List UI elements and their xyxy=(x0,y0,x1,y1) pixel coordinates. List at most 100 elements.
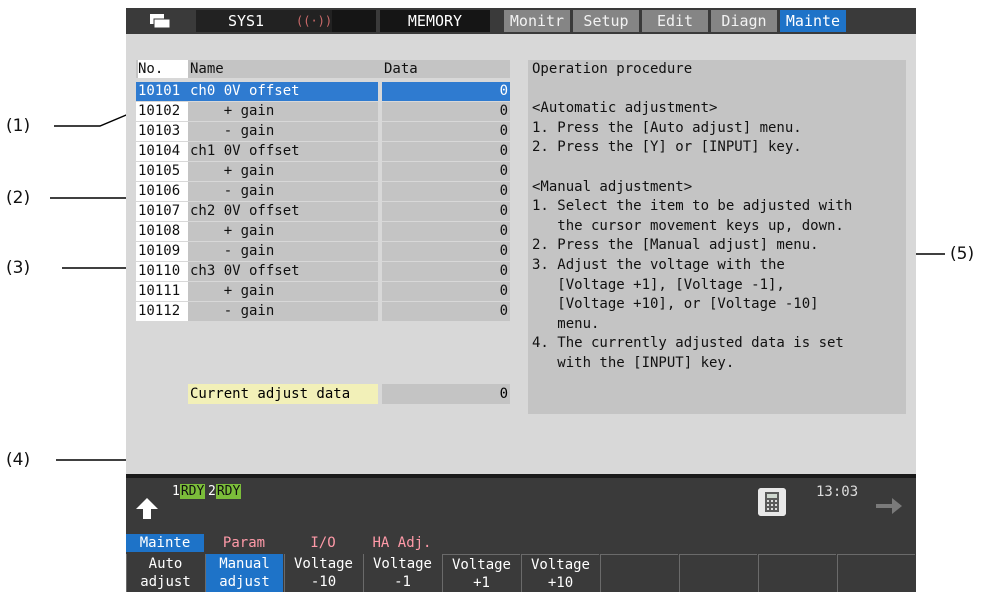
param-name: - gain xyxy=(188,182,378,201)
procedure-line xyxy=(532,80,906,100)
rdy-1-badge: RDY xyxy=(179,484,206,499)
menu-key-9[interactable] xyxy=(758,554,836,592)
rdy-1-number: 1 xyxy=(172,484,180,499)
tab-edit[interactable]: Edit xyxy=(642,10,708,32)
menu-key-4[interactable]: Voltage -1 xyxy=(363,554,441,592)
procedure-line: <Automatic adjustment> xyxy=(532,100,718,117)
rdy-2-number: 2 xyxy=(208,484,216,499)
procedure-line: 1. Press the [Auto adjust] menu. xyxy=(532,119,802,136)
param-value: 0 xyxy=(382,122,510,141)
header-no: No. xyxy=(138,60,188,78)
procedure-line: Operation procedure xyxy=(532,61,693,77)
param-name: ch0 0V offset xyxy=(188,82,378,101)
rdy-2: 2RDY xyxy=(208,484,242,499)
menu-bar: Mainte Param I/O HA Adj. Auto adjust Manual a… xyxy=(126,524,916,592)
procedure-line: with the [INPUT] key. xyxy=(532,354,735,371)
window-icon[interactable] xyxy=(150,14,170,28)
rdy-2-badge: RDY xyxy=(215,484,242,499)
param-value: 0 xyxy=(382,162,510,181)
param-value: 0 xyxy=(382,142,510,161)
callout-2: (2) xyxy=(6,188,31,208)
param-name: - gain xyxy=(188,242,378,261)
param-number: 10104 xyxy=(136,142,188,161)
param-value: 0 xyxy=(382,182,510,201)
param-value: 0 xyxy=(382,202,510,221)
procedure-line: 2. Press the [Manual adjust] menu. xyxy=(532,237,819,254)
tab-monitr[interactable]: Monitr xyxy=(504,10,570,32)
signal-icon: ((·)) xyxy=(296,10,332,32)
current-adjust-value: 0 xyxy=(382,384,510,404)
current-adjust-label: Current adjust data xyxy=(188,384,378,404)
callout-1: (1) xyxy=(6,116,31,136)
procedure-line: [Voltage +10], or [Voltage -10] xyxy=(532,296,819,313)
param-value: 0 xyxy=(382,102,510,121)
param-name: - gain xyxy=(188,302,378,321)
param-value: 0 xyxy=(382,302,510,321)
menu-key-6[interactable]: Voltage +10 xyxy=(521,554,599,592)
tab-diagn[interactable]: Diagn xyxy=(711,10,777,32)
param-number: 10105 xyxy=(136,162,188,181)
procedure-line: 1. Select the item to be adjusted with xyxy=(532,198,853,215)
menu-tab-mainte[interactable]: Mainte xyxy=(126,534,204,552)
param-number: 10112 xyxy=(136,302,188,321)
procedure-line: 4. The currently adjusted data is set xyxy=(532,335,844,352)
callout-5: (5) xyxy=(950,244,975,264)
arrow-right-icon[interactable] xyxy=(874,496,904,516)
procedure-line: [Voltage +1], [Voltage -1], xyxy=(532,276,785,293)
param-name: + gain xyxy=(188,282,378,301)
param-value: 0 xyxy=(382,282,510,301)
param-name: ch1 0V offset xyxy=(188,142,378,161)
status-bar: 1RDY 2RDY 13:03 xyxy=(126,474,916,524)
callout-3: (3) xyxy=(6,258,31,278)
procedure-line: 3. Adjust the voltage with the xyxy=(532,256,785,273)
menu-tab-i-o[interactable]: I/O xyxy=(284,534,362,552)
param-number: 10109 xyxy=(136,242,188,261)
rdy-1: 1RDY xyxy=(172,484,206,499)
param-name: ch2 0V offset xyxy=(188,202,378,221)
arrow-up-icon[interactable] xyxy=(134,496,160,520)
param-number: 10108 xyxy=(136,222,188,241)
param-number: 10102 xyxy=(136,102,188,121)
param-name: ch3 0V offset xyxy=(188,262,378,281)
menu-key-2[interactable]: Manual adjust xyxy=(205,554,283,592)
blank-field xyxy=(332,10,376,32)
procedure-line: the cursor movement keys up, down. xyxy=(532,217,844,234)
tab-setup[interactable]: Setup xyxy=(573,10,639,32)
top-bar: SYS1 ((·)) MEMORY Monitr Setup Edit Diag… xyxy=(126,8,916,34)
menu-key-7[interactable] xyxy=(600,554,678,592)
menu-key-1[interactable]: Auto adjust xyxy=(126,554,204,592)
header-name: Name xyxy=(190,61,224,77)
param-number: 10103 xyxy=(136,122,188,141)
menu-key-5[interactable]: Voltage +1 xyxy=(442,554,520,592)
menu-key-3[interactable]: Voltage -10 xyxy=(284,554,362,592)
procedure-line: <Manual adjustment> xyxy=(532,178,693,195)
procedure-line: 2. Press the [Y] or [INPUT] key. xyxy=(532,139,802,156)
system-label: SYS1 xyxy=(196,10,296,32)
param-number: 10106 xyxy=(136,182,188,201)
clock-time: 13:03 xyxy=(816,484,859,500)
calculator-icon[interactable] xyxy=(758,488,786,516)
menu-tab-param[interactable]: Param xyxy=(205,534,283,552)
header-data: Data xyxy=(384,61,418,77)
tab-mainte[interactable]: Mainte xyxy=(780,10,846,32)
procedure-line xyxy=(532,158,906,178)
operation-procedure: Operation procedure <Automatic adjustmen… xyxy=(528,60,906,414)
menu-tab-ha-adj[interactable]: HA Adj. xyxy=(363,534,441,552)
param-name: + gain xyxy=(188,162,378,181)
param-number: 10107 xyxy=(136,202,188,221)
param-value: 0 xyxy=(382,222,510,241)
cnc-screen: SYS1 ((·)) MEMORY Monitr Setup Edit Diag… xyxy=(126,8,916,592)
menu-key-8[interactable] xyxy=(679,554,757,592)
param-number: 10110 xyxy=(136,262,188,281)
callout-4: (4) xyxy=(6,450,31,470)
mode-label: MEMORY xyxy=(380,10,490,32)
param-value: 0 xyxy=(382,262,510,281)
param-value: 0 xyxy=(382,82,510,101)
param-name: + gain xyxy=(188,222,378,241)
param-number: 10111 xyxy=(136,282,188,301)
menu-key-10[interactable] xyxy=(837,554,915,592)
procedure-line: menu. xyxy=(532,315,600,332)
param-value: 0 xyxy=(382,242,510,261)
param-name: + gain xyxy=(188,102,378,121)
param-number: 10101 xyxy=(136,82,188,101)
